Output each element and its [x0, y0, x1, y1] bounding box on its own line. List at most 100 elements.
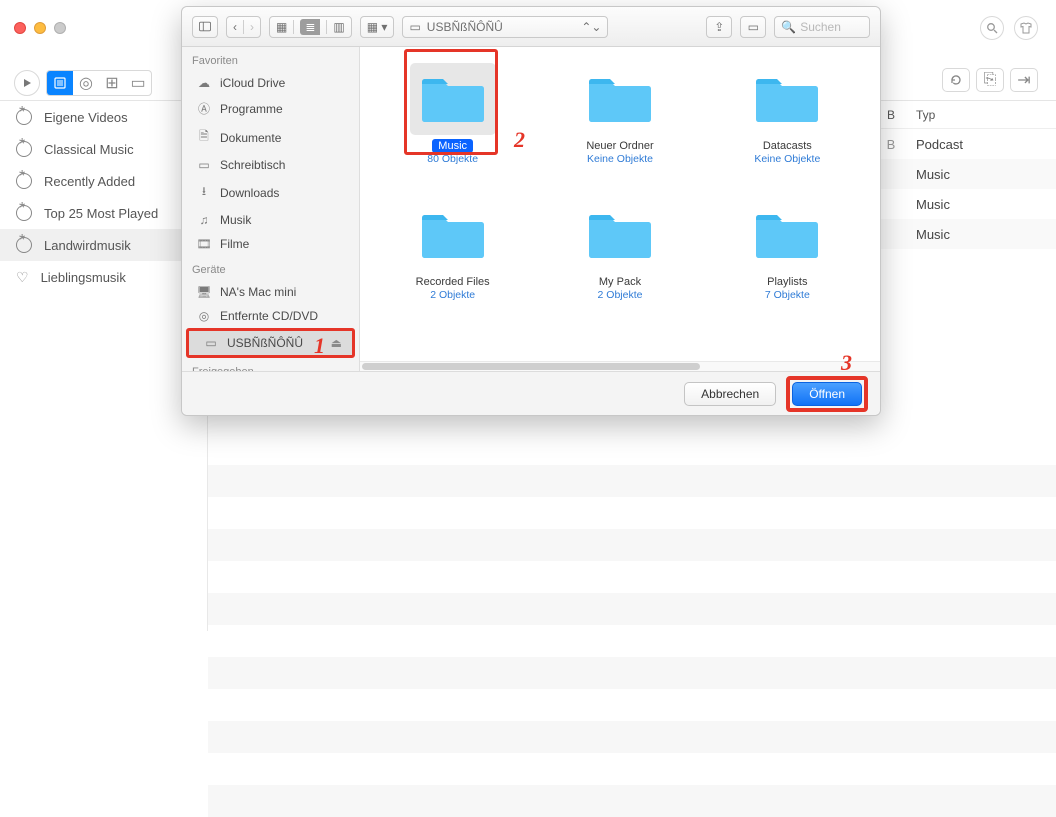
search-icon[interactable]	[980, 16, 1004, 40]
annotation-3: 3	[841, 350, 852, 376]
annotation-highlight-1: ▭USBÑßÑÔÑÛ⏏	[186, 328, 355, 358]
annotation-2: 2	[514, 127, 525, 153]
folder-subtitle: Keine Objekte	[587, 153, 653, 165]
playlist-item[interactable]: Classical Music	[0, 133, 207, 165]
view-mode-segment[interactable]: ▦ ≣ ▥	[269, 16, 352, 38]
export-button[interactable]: ⎘	[976, 68, 1004, 92]
gear-icon	[16, 205, 32, 221]
search-icon: 🔍	[781, 20, 796, 34]
annotation-highlight-3: Öffnen	[786, 376, 868, 412]
folder-name: Recorded Files	[410, 275, 496, 289]
video-tab-icon[interactable]: ◎	[73, 71, 99, 95]
tv-tab-icon[interactable]: ▭	[125, 71, 151, 95]
horizontal-scrollbar[interactable]	[360, 361, 880, 371]
folder-name: Music	[432, 139, 473, 153]
tags-button[interactable]: ▭	[740, 16, 766, 38]
gear-icon	[16, 141, 32, 157]
sidebar-item-usb[interactable]: ▭USBÑßÑÔÑÛ⏏	[189, 331, 352, 355]
sidebar-item-downloads[interactable]: ⭳Downloads	[182, 177, 359, 208]
shirt-icon[interactable]	[1014, 16, 1038, 40]
app-icon: Ⓐ	[196, 100, 212, 117]
sidebar-item-schreibtisch[interactable]: ▭Schreibtisch	[182, 153, 359, 177]
sidebar-item-programme[interactable]: ⒶProgramme	[182, 95, 359, 122]
column-view-icon[interactable]: ▥	[333, 20, 344, 34]
sidebar-item-icloud[interactable]: ☁︎iCloud Drive	[182, 71, 359, 95]
finder-toolbar: ‹› ▦ ≣ ▥ ▦ ▾ ▭USBÑßÑÔÑÛ ⌃⌄ ⇪ ▭ 🔍Suchen	[182, 7, 880, 47]
sidebar-section-devices: Geräte	[182, 256, 359, 280]
doc-icon: 🗎	[196, 127, 212, 148]
path-dropdown[interactable]: ▭ USBÑßÑÔÑÛ ⌃⌄	[402, 16, 608, 38]
finder-icon-grid[interactable]: Music 80 Objekte Neuer Ordner Keine Obje…	[360, 47, 880, 361]
sidebar-section-favorites: Favoriten	[182, 47, 359, 71]
gear-icon	[16, 109, 32, 125]
sidebar-item-host[interactable]: 🖥NA's Mac mini	[182, 280, 359, 304]
column-typ-header[interactable]: Typ	[906, 108, 1056, 122]
icon-view-icon[interactable]: ▦	[276, 20, 287, 34]
sidebar-section-shared: Freigegeben	[182, 358, 359, 371]
music-tab-icon[interactable]	[47, 71, 73, 95]
folder-subtitle: 2 Objekte	[598, 289, 643, 301]
desktop-icon: ▭	[196, 158, 212, 172]
film-icon: 🎞	[196, 237, 212, 251]
folder-subtitle: 80 Objekte	[427, 153, 478, 165]
gear-icon	[16, 237, 32, 253]
folder-item[interactable]: My Pack 2 Objekte	[541, 199, 698, 329]
refresh-button[interactable]	[942, 68, 970, 92]
sidebar-item-remote-disc[interactable]: ◎Entfernte CD/DVD	[182, 304, 359, 328]
folder-item[interactable]: Neuer Ordner Keine Objekte	[541, 63, 698, 193]
minimize-icon[interactable]	[34, 22, 46, 34]
cloud-icon: ☁︎	[196, 76, 212, 90]
updown-icon: ⌃⌄	[581, 20, 601, 34]
open-file-dialog: ‹› ▦ ≣ ▥ ▦ ▾ ▭USBÑßÑÔÑÛ ⌃⌄ ⇪ ▭ 🔍Suchen F…	[181, 6, 881, 416]
playlist-item[interactable]: Landwirdmusik	[0, 229, 207, 261]
finder-search-input[interactable]: 🔍Suchen	[774, 16, 870, 38]
scrollbar-thumb[interactable]	[362, 363, 700, 370]
eject-icon[interactable]: ⏏	[331, 336, 342, 350]
share-button[interactable]: ⇪	[706, 16, 732, 38]
import-button[interactable]: ⇥	[1010, 68, 1038, 92]
media-type-segment[interactable]: ◎ ⊞ ▭	[46, 70, 152, 96]
folder-subtitle: Keine Objekte	[754, 153, 820, 165]
open-button[interactable]: Öffnen	[792, 382, 862, 406]
drive-icon: ▭	[409, 20, 420, 34]
finder-sidebar: Favoriten ☁︎iCloud Drive ⒶProgramme 🗎Dok…	[182, 47, 360, 371]
folder-item[interactable]: Music 80 Objekte	[374, 63, 531, 193]
folder-item[interactable]: Playlists 7 Objekte	[709, 199, 866, 329]
close-icon[interactable]	[14, 22, 26, 34]
sidebar-toggle-button[interactable]	[192, 16, 218, 38]
download-icon: ⭳	[196, 182, 212, 203]
play-icon[interactable]	[14, 70, 40, 96]
host-icon: 🖥	[196, 285, 212, 299]
window-traffic-lights	[14, 22, 66, 34]
folder-name: Neuer Ordner	[580, 139, 659, 153]
folder-name: Datacasts	[757, 139, 818, 153]
drive-icon: ▭	[203, 336, 219, 350]
folder-subtitle: 2 Objekte	[430, 289, 475, 301]
folder-item[interactable]: Datacasts Keine Objekte	[709, 63, 866, 193]
playlist-item[interactable]: Top 25 Most Played	[0, 197, 207, 229]
playlist-item[interactable]: Eigene Videos	[0, 101, 207, 133]
gear-icon	[16, 173, 32, 189]
sidebar-item-musik[interactable]: ♫Musik	[182, 208, 359, 232]
folder-subtitle: 7 Objekte	[765, 289, 810, 301]
sidebar-item-filme[interactable]: 🎞Filme	[182, 232, 359, 256]
disc-icon: ◎	[196, 309, 212, 323]
chevron-right-icon: ›	[250, 20, 254, 34]
playlist-item[interactable]: ♡Lieblingsmusik	[0, 261, 207, 294]
nav-back-forward[interactable]: ‹›	[226, 16, 261, 38]
zoom-icon	[54, 22, 66, 34]
dialog-footer: Abbrechen Öffnen 3	[182, 371, 880, 415]
playlist-item[interactable]: Recently Added	[0, 165, 207, 197]
cancel-button[interactable]: Abbrechen	[684, 382, 776, 406]
chevron-left-icon[interactable]: ‹	[233, 20, 237, 34]
folder-name: My Pack	[593, 275, 647, 289]
arrange-button[interactable]: ▦ ▾	[360, 16, 395, 38]
playlist-sidebar: Eigene Videos Classical Music Recently A…	[0, 101, 208, 631]
folder-item[interactable]: Recorded Files 2 Objekte	[374, 199, 531, 329]
list-view-icon[interactable]: ≣	[300, 19, 320, 35]
sidebar-item-dokumente[interactable]: 🗎Dokumente	[182, 122, 359, 153]
music-icon: ♫	[196, 213, 212, 227]
folder-name: Playlists	[761, 275, 813, 289]
apps-tab-icon[interactable]: ⊞	[99, 71, 125, 95]
path-label: USBÑßÑÔÑÛ	[427, 20, 503, 34]
